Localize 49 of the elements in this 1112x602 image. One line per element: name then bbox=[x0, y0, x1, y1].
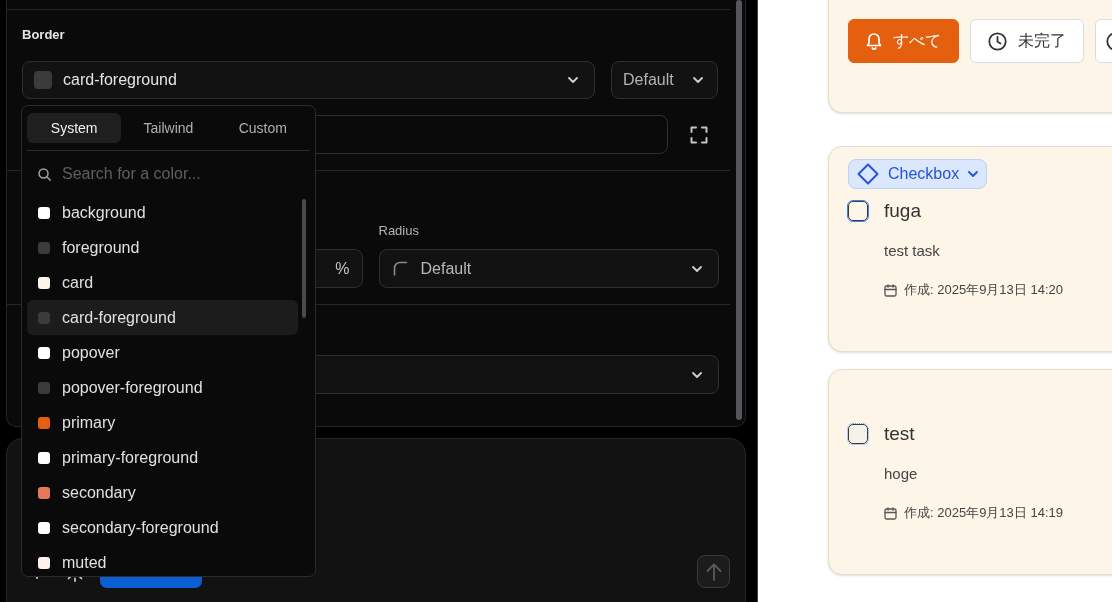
calendar-icon bbox=[884, 283, 897, 297]
search-icon bbox=[38, 167, 51, 181]
arrow-up-icon bbox=[705, 562, 722, 581]
filter-button[interactable]: すべて bbox=[848, 19, 959, 63]
radius-select[interactable]: Default bbox=[378, 249, 719, 288]
color-option[interactable]: foreground bbox=[27, 230, 298, 265]
style-select[interactable]: Default bbox=[611, 61, 718, 99]
task-description: test task bbox=[884, 241, 940, 261]
color-option[interactable]: popover-foreground bbox=[27, 370, 298, 405]
color-option[interactable]: primary-foreground bbox=[27, 440, 298, 475]
send-button[interactable] bbox=[697, 555, 730, 588]
clock-icon bbox=[988, 31, 1007, 51]
rounded-corner-icon bbox=[392, 261, 408, 276]
section-label: Border bbox=[22, 27, 65, 43]
search-field[interactable]: Search for a color... bbox=[62, 162, 282, 186]
chevron-down-icon bbox=[692, 371, 702, 378]
tab[interactable]: System bbox=[27, 113, 122, 143]
chevron-down-icon bbox=[692, 265, 702, 272]
color-select[interactable]: card-foreground bbox=[22, 61, 595, 99]
task-description: hoge bbox=[884, 464, 918, 484]
bell-icon bbox=[866, 32, 882, 50]
color-option[interactable]: background bbox=[27, 195, 298, 230]
color-option[interactable]: secondary-foreground bbox=[27, 510, 298, 545]
created-date: 作成: 2025年9月13日 14:20 bbox=[904, 281, 1063, 299]
color-option[interactable]: popover bbox=[27, 335, 298, 370]
checkbox[interactable] bbox=[848, 201, 868, 221]
diamond-icon bbox=[857, 163, 879, 185]
checkbox[interactable] bbox=[848, 424, 868, 444]
calendar-icon bbox=[884, 506, 897, 520]
tab[interactable]: Custom bbox=[215, 113, 310, 143]
chevron-down-icon bbox=[568, 77, 578, 83]
chevron-down-icon bbox=[968, 171, 979, 177]
chevron-down-icon bbox=[693, 77, 703, 83]
color-option[interactable]: primary bbox=[27, 405, 298, 440]
component-type-dropdown[interactable]: Checkbox bbox=[848, 159, 988, 189]
tab[interactable]: Tailwind bbox=[121, 113, 216, 143]
scrollbar-thumb[interactable] bbox=[736, 0, 742, 420]
task-title: fuga bbox=[884, 199, 921, 223]
color-option[interactable]: card bbox=[27, 265, 298, 300]
created-date: 作成: 2025年9月13日 14:19 bbox=[904, 504, 1063, 522]
scrollbar-thumb[interactable] bbox=[302, 199, 306, 318]
color-swatch-icon bbox=[34, 71, 52, 89]
field-label: Radius bbox=[378, 223, 419, 239]
filter-button[interactable]: 未完了 bbox=[970, 19, 1084, 63]
color-option[interactable]: muted bbox=[27, 545, 298, 576]
color-option[interactable]: secondary bbox=[27, 475, 298, 510]
color-option[interactable]: card-foreground bbox=[27, 300, 298, 335]
task-title: test bbox=[884, 422, 915, 446]
expand-icon[interactable] bbox=[690, 125, 708, 144]
